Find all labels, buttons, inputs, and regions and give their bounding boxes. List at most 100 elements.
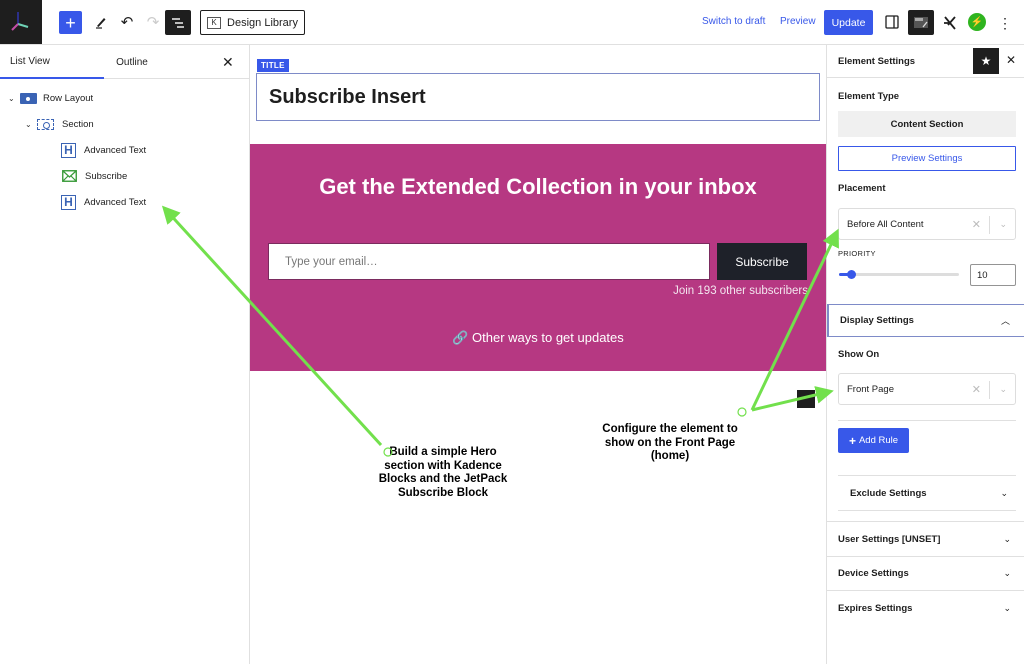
device-settings-toggle[interactable]: Device Settings ⌄ xyxy=(827,556,1024,590)
device-settings-label: Device Settings xyxy=(838,568,909,579)
undo-button[interactable]: ↶ xyxy=(116,11,138,33)
panel-title: Element Settings xyxy=(838,56,916,67)
display-settings-toggle[interactable]: Display Settings ︿ xyxy=(827,304,1024,337)
redo-button[interactable]: ↷ xyxy=(142,11,164,33)
jetpack-icon: ⚡ xyxy=(970,16,984,28)
block-inserter-handle[interactable] xyxy=(797,390,815,408)
list-item-label: Subscribe xyxy=(85,170,128,182)
element-type-value[interactable]: Content Section xyxy=(838,111,1016,137)
expires-settings-label: Expires Settings xyxy=(838,602,913,614)
placement-select[interactable]: Before All Content ✕ ⌄ xyxy=(838,208,1016,240)
tab-outline[interactable]: Outline xyxy=(104,45,160,79)
priority-label: PRIORITY xyxy=(838,249,876,258)
editor-toolbar: + ↶ ↷ K Design Library Switch to draft P… xyxy=(0,0,1024,45)
chevron-down-icon[interactable]: ⌄ xyxy=(999,384,1007,395)
design-library-button[interactable]: K Design Library xyxy=(200,10,305,35)
link-icon: 🔗 xyxy=(452,330,469,345)
clear-icon[interactable]: ✕ xyxy=(972,383,981,396)
other-ways-label: Other ways to get updates xyxy=(472,330,624,345)
more-options-button[interactable]: ⋮ xyxy=(998,12,1012,34)
kadence-icon xyxy=(944,16,956,30)
add-block-button[interactable]: + xyxy=(59,11,82,34)
sidebar-icon xyxy=(885,15,899,29)
panel-header: Element Settings ★ ✕ xyxy=(827,45,1024,78)
heading-icon: H xyxy=(61,194,76,210)
priority-input[interactable]: 10 xyxy=(970,264,1016,286)
chevron-down-icon[interactable]: ⌄ xyxy=(25,120,37,129)
editor-canvas: TITLE Subscribe Insert Get the Extended … xyxy=(250,45,826,664)
slider-thumb[interactable] xyxy=(847,270,856,279)
exclude-settings-label: Exclude Settings xyxy=(850,487,927,499)
list-item-label: Advanced Text xyxy=(84,196,147,208)
chevron-down-icon: ⌄ xyxy=(1000,487,1008,498)
star-icon: ★ xyxy=(980,54,992,68)
list-item-advanced-text[interactable]: H Advanced Text xyxy=(61,141,146,159)
chevron-down-icon[interactable]: ⌄ xyxy=(8,94,20,103)
chevron-down-icon: ⌄ xyxy=(1003,568,1011,578)
sidebar-toggle-button[interactable] xyxy=(883,13,901,31)
add-rule-label: Add Rule xyxy=(858,435,899,446)
kadence-logo-icon xyxy=(11,12,29,31)
chevron-down-icon: ⌄ xyxy=(1003,533,1011,544)
subscriber-count: Join 193 other subscribers xyxy=(673,285,808,297)
row-layout-icon xyxy=(20,92,37,104)
clear-icon[interactable]: ✕ xyxy=(972,218,981,231)
add-rule-button[interactable]: + Add Rule xyxy=(838,428,909,453)
design-library-label: Design Library xyxy=(227,16,298,29)
jetpack-button[interactable]: ⚡ xyxy=(968,13,986,31)
user-settings-toggle[interactable]: User Settings [UNSET] ⌄ xyxy=(827,521,1024,556)
show-on-value: Front Page xyxy=(847,383,894,395)
element-settings-panel: Element Settings ★ ✕ Element Type Conten… xyxy=(826,45,1024,664)
annotation-hero: Build a simple Hero section with Kadence… xyxy=(378,446,508,499)
show-on-label: Show On xyxy=(838,349,880,360)
exclude-settings-toggle[interactable]: Exclude Settings ⌄ xyxy=(838,476,1016,510)
show-on-select[interactable]: Front Page ✕ ⌄ xyxy=(838,373,1016,405)
update-button[interactable]: Update xyxy=(824,10,873,35)
post-title-field[interactable]: Subscribe Insert xyxy=(256,73,820,121)
list-item-label: Section xyxy=(62,118,94,130)
site-logo[interactable] xyxy=(0,0,42,44)
heading-icon: H xyxy=(61,142,76,158)
undo-icon: ↶ xyxy=(120,14,134,31)
mail-icon xyxy=(62,170,77,182)
email-input[interactable]: Type your email… xyxy=(268,243,710,280)
subscribe-button[interactable]: Subscribe xyxy=(717,243,807,280)
preview-settings-button[interactable]: Preview Settings xyxy=(838,146,1016,171)
placement-value: Before All Content xyxy=(847,218,924,230)
list-item-label: Row Layout xyxy=(43,92,94,104)
preview-link[interactable]: Preview xyxy=(780,16,816,27)
title-block-label: TITLE xyxy=(257,59,289,72)
kadence-library-icon: K xyxy=(207,16,222,29)
list-view-icon xyxy=(172,17,184,28)
hero-section[interactable]: Get the Extended Collection in your inbo… xyxy=(250,144,826,371)
kadence-button[interactable] xyxy=(939,12,961,34)
list-item-label: Advanced Text xyxy=(84,144,147,156)
pencil-icon xyxy=(96,18,106,29)
other-ways-link[interactable]: 🔗 Other ways to get updates xyxy=(250,330,826,346)
section-icon xyxy=(37,118,54,130)
close-icon[interactable]: ✕ xyxy=(222,54,234,71)
list-item-row-layout[interactable]: ⌄ Row Layout xyxy=(8,89,93,107)
switch-to-draft-link[interactable]: Switch to draft xyxy=(702,16,765,27)
document-overview-button[interactable] xyxy=(165,10,191,35)
element-settings-button[interactable] xyxy=(908,10,934,35)
plus-icon: + xyxy=(848,433,856,448)
chevron-up-icon: ︿ xyxy=(1000,316,1010,326)
expires-settings-toggle[interactable]: Expires Settings ⌄ xyxy=(827,590,1024,625)
chevron-down-icon[interactable]: ⌄ xyxy=(999,219,1007,230)
close-icon[interactable]: ✕ xyxy=(1006,53,1016,67)
display-settings-label: Display Settings xyxy=(840,315,914,326)
priority-slider[interactable] xyxy=(839,270,959,279)
favorite-button[interactable]: ★ xyxy=(973,48,999,74)
redo-icon: ↷ xyxy=(146,14,160,31)
user-settings-label: User Settings [UNSET] xyxy=(838,533,941,545)
list-item-advanced-text[interactable]: H Advanced Text xyxy=(61,193,146,211)
tab-list-view[interactable]: List View xyxy=(0,45,104,79)
list-item-subscribe[interactable]: Subscribe xyxy=(62,167,127,185)
list-item-section[interactable]: ⌄ Section xyxy=(25,115,94,133)
edit-tool-button[interactable] xyxy=(90,11,112,33)
placement-label: Placement xyxy=(838,183,886,194)
chevron-down-icon: ⌄ xyxy=(1003,602,1011,613)
element-type-label: Element Type xyxy=(838,91,900,102)
hero-heading[interactable]: Get the Extended Collection in your inbo… xyxy=(250,174,826,200)
